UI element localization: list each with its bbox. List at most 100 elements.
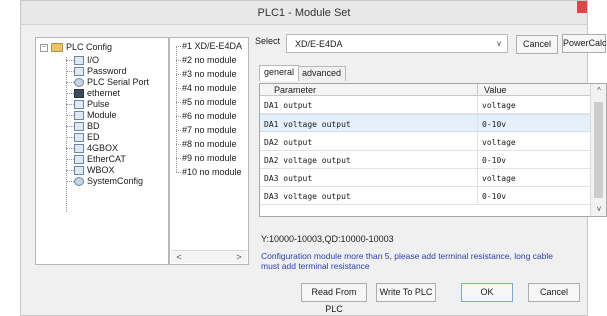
parameter-grid: Parameter Value DA1 output voltage DA1 v… <box>259 83 607 217</box>
module-item[interactable]: #8 no module <box>182 139 248 150</box>
select-label: Select <box>255 36 281 46</box>
password-icon <box>74 67 84 77</box>
tab-advanced[interactable]: advanced <box>297 66 347 81</box>
param-cell: DA2 output <box>264 138 313 147</box>
wbox-icon <box>74 166 84 176</box>
value-cell[interactable]: 0-10v <box>482 120 506 129</box>
tree-item-label: 4GBOX <box>87 143 119 153</box>
tab-general[interactable]: general <box>259 65 300 81</box>
close-button[interactable] <box>577 1 587 13</box>
pulse-icon <box>74 100 84 110</box>
table-row[interactable]: DA3 voltage output 0-10v <box>260 187 590 205</box>
module-item[interactable]: #4 no module <box>182 83 248 94</box>
tree-connector-line <box>66 57 67 212</box>
tree-item-bd[interactable]: BD <box>74 121 100 132</box>
ok-button[interactable]: OK <box>461 283 513 302</box>
table-row-selected[interactable]: DA1 voltage output 0-10v <box>260 114 590 133</box>
plc-config-tree: − PLC Config I/O Password PLC Serial Port… <box>35 37 169 265</box>
module-item[interactable]: #7 no module <box>182 125 248 136</box>
value-cell[interactable]: 0-10v <box>482 156 506 165</box>
value-cell[interactable]: voltage <box>482 138 516 147</box>
tree-item-label: Module <box>87 110 117 120</box>
bd-icon <box>74 122 84 132</box>
cancel-top-button[interactable]: Cancel <box>516 35 558 54</box>
tree-item-label: PLC Serial Port <box>87 77 150 87</box>
table-row[interactable]: DA1 output voltage <box>260 96 590 114</box>
folder-icon <box>51 43 63 53</box>
module-list-hscroll[interactable]: < > <box>171 250 247 263</box>
tree-item-label: BD <box>87 121 100 131</box>
module-item[interactable]: #9 no module <box>182 153 248 164</box>
tree-item-password[interactable]: Password <box>74 66 127 77</box>
serial-port-icon <box>74 78 84 88</box>
scroll-left-icon[interactable]: < <box>173 251 185 263</box>
module-item[interactable]: #10 no module <box>182 167 248 178</box>
termination-hint: Configuration module more than 5, please… <box>261 251 554 271</box>
window-title: PLC1 - Module Set <box>257 7 351 19</box>
chevron-down-icon[interactable]: ∨ <box>496 39 502 48</box>
powercalc-button[interactable]: PowerCalc <box>562 34 607 53</box>
address-range-text: Y:10000-10003,QD:10000-10003 <box>261 234 394 244</box>
module-item[interactable]: #1 XD/E-E4DA <box>182 41 248 52</box>
tree-item-system-config[interactable]: SystemConfig <box>74 176 143 187</box>
module-list: #1 XD/E-E4DA #2 no module #3 no module #… <box>169 37 249 265</box>
table-row[interactable]: DA2 voltage output 0-10v <box>260 151 590 169</box>
cancel-bottom-button[interactable]: Cancel <box>528 283 580 302</box>
tree-item-label: ethernet <box>87 88 121 98</box>
tree-item-plc-config[interactable]: − PLC Config <box>40 42 112 53</box>
tree-item-label: Password <box>87 66 127 76</box>
table-row[interactable]: DA3 output voltage <box>260 169 590 187</box>
table-row[interactable]: DA2 output voltage <box>260 133 590 151</box>
tree-item-pulse[interactable]: Pulse <box>74 99 110 110</box>
column-header-value[interactable]: Value <box>484 85 506 95</box>
module-connector-line <box>176 46 177 172</box>
scroll-right-icon[interactable]: > <box>233 251 245 263</box>
column-header-parameter[interactable]: Parameter <box>274 85 316 95</box>
tree-item-label: PLC Config <box>66 42 113 52</box>
value-cell[interactable]: voltage <box>482 174 516 183</box>
scroll-up-icon[interactable]: ^ <box>591 84 606 98</box>
scroll-thumb[interactable] <box>594 102 603 198</box>
ethernet-icon <box>74 89 84 99</box>
tree-item-module[interactable]: Module <box>74 110 117 121</box>
tree-item-ed[interactable]: ED <box>74 132 100 143</box>
selected-module: XD/E-E4DA <box>295 39 343 49</box>
write-to-plc-button[interactable]: Write To PLC <box>376 283 436 302</box>
tree-item-label: Pulse <box>87 99 110 109</box>
tree-item-wbox[interactable]: WBOX <box>74 165 115 176</box>
module-item[interactable]: #5 no module <box>182 97 248 108</box>
value-cell[interactable]: 0-10v <box>482 192 506 201</box>
ethercat-icon <box>74 155 84 165</box>
ed-icon <box>74 133 84 143</box>
module-select-dropdown[interactable]: XD/E-E4DA ∨ <box>286 34 508 53</box>
tree-item-ethercat[interactable]: EtherCAT <box>74 154 126 165</box>
io-icon <box>74 56 84 66</box>
tree-item-ethernet[interactable]: ethernet <box>74 88 120 99</box>
param-cell: DA3 voltage output <box>264 192 351 201</box>
param-cell: DA2 voltage output <box>264 156 351 165</box>
read-from-plc-button[interactable]: Read From PLC <box>301 283 367 314</box>
tree-item-label: EtherCAT <box>87 154 126 164</box>
param-cell: DA1 voltage output <box>264 120 351 129</box>
tree-item-io[interactable]: I/O <box>74 55 99 66</box>
value-cell[interactable]: voltage <box>482 101 516 110</box>
tree-item-label: I/O <box>87 55 100 65</box>
collapse-icon[interactable]: − <box>40 43 48 52</box>
tree-item-4gbox[interactable]: 4GBOX <box>74 143 118 154</box>
module-item[interactable]: #6 no module <box>182 111 248 122</box>
tree-item-label: WBOX <box>87 165 115 175</box>
grid-header: Parameter Value <box>260 84 590 96</box>
grid-vscroll[interactable]: ^ v <box>590 84 606 216</box>
tree-item-plc-serial-port[interactable]: PLC Serial Port <box>74 77 149 88</box>
module-icon <box>74 111 84 121</box>
module-item[interactable]: #2 no module <box>182 55 248 66</box>
scroll-down-icon[interactable]: v <box>591 202 606 216</box>
param-cell: DA1 output <box>264 101 313 110</box>
system-config-icon <box>74 177 84 187</box>
module-set-window: PLC1 - Module Set − PLC Config I/O Passwo… <box>20 0 607 316</box>
4gbox-icon <box>74 144 84 154</box>
tree-item-label: SystemConfig <box>87 176 144 186</box>
title-bar[interactable]: PLC1 - Module Set <box>21 1 587 25</box>
tree-item-label: ED <box>87 132 100 142</box>
module-item[interactable]: #3 no module <box>182 69 248 80</box>
